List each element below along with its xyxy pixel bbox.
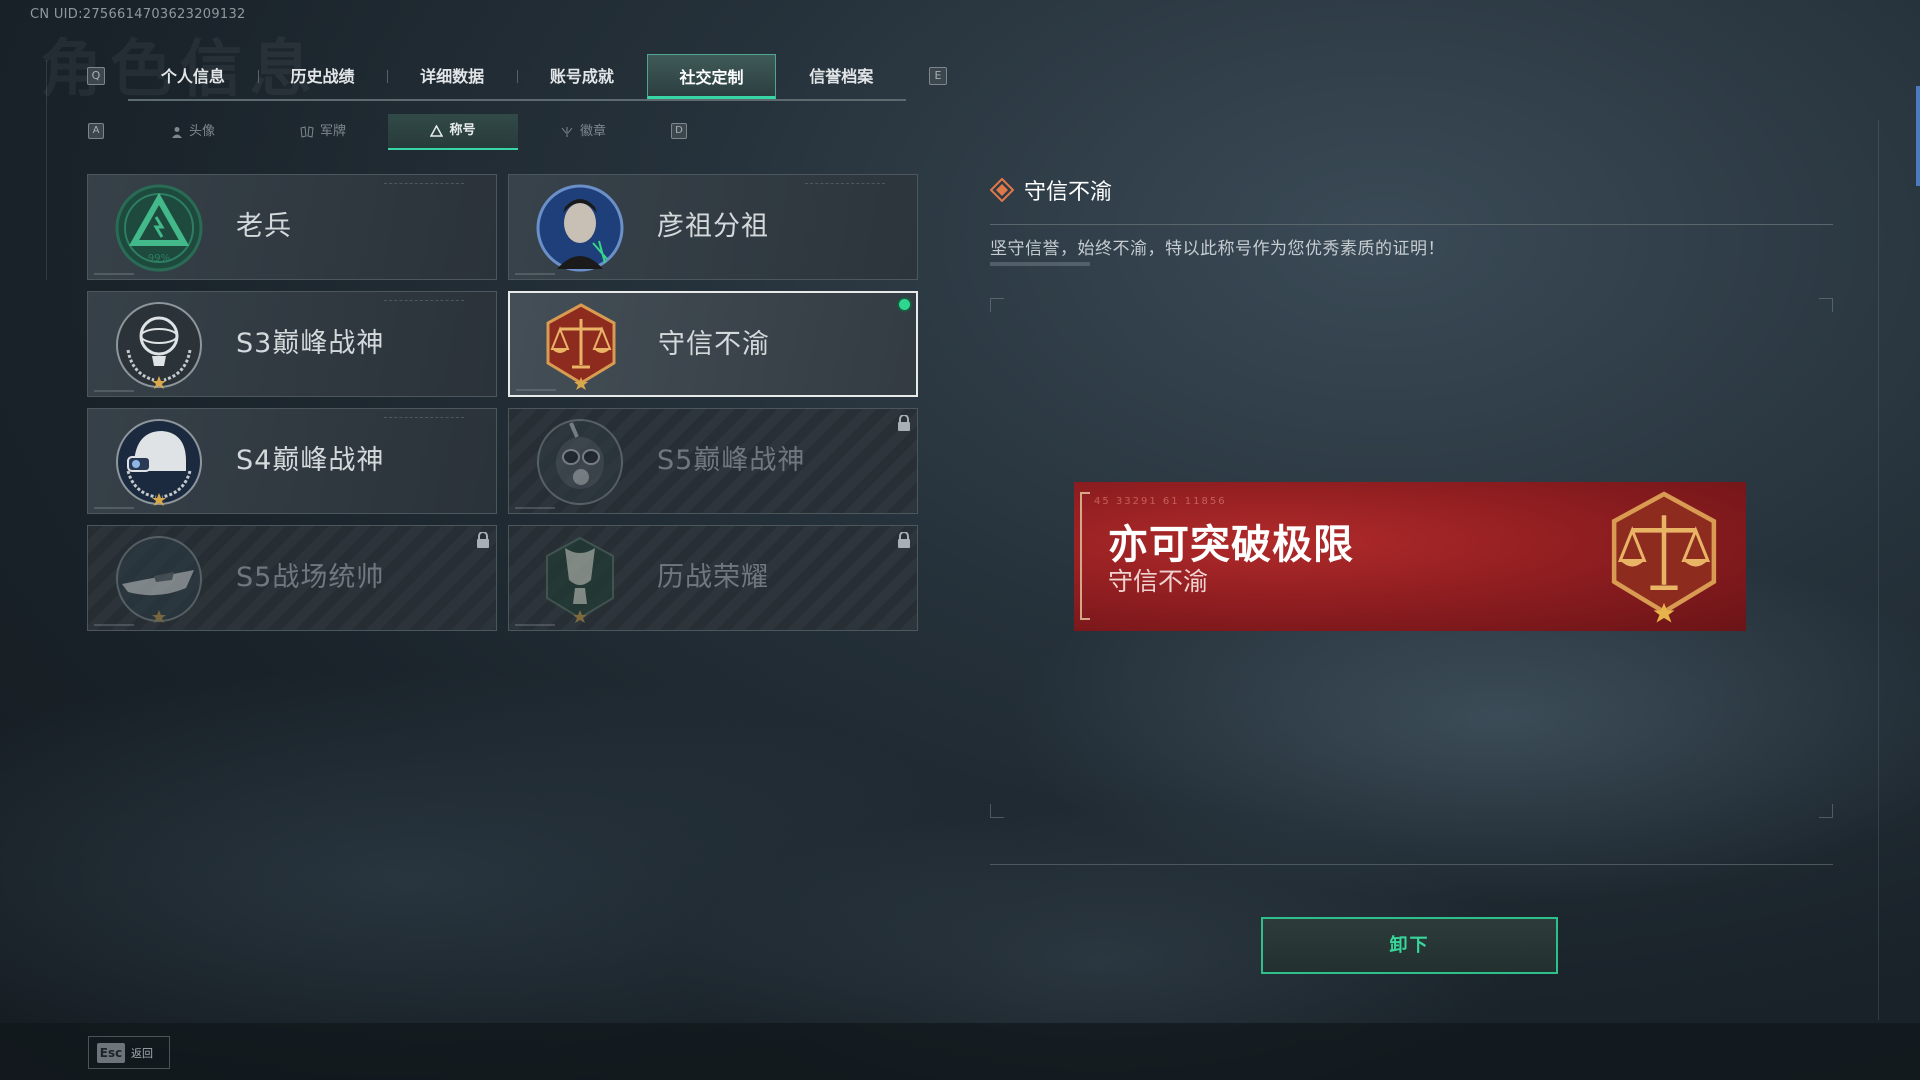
subtab-label: 称号	[449, 123, 476, 138]
description-decor	[990, 262, 1090, 266]
lock-icon	[898, 415, 910, 431]
laurel-cup-icon	[546, 536, 614, 623]
card-decor	[384, 300, 464, 303]
scales-icon	[546, 303, 616, 390]
banner-code: 45 33291 61 11856	[1094, 496, 1227, 507]
title-name: S4巅峰战神	[236, 445, 385, 476]
card-decor	[384, 183, 464, 186]
globe-trophy-icon	[116, 302, 202, 389]
title-name: 彦祖分祖	[657, 211, 769, 242]
card-decor	[515, 273, 555, 275]
card-decor	[94, 273, 134, 275]
boat-icon	[116, 536, 202, 623]
subtab-label: 头像	[188, 124, 215, 139]
banner-bracket	[1080, 492, 1090, 620]
portrait-icon	[536, 184, 624, 272]
sub-tabs: 头像 军牌 称号 徽章	[128, 114, 648, 150]
frame-corner	[1819, 804, 1833, 818]
veteran-badge-text: 99%	[148, 253, 170, 264]
prev-subtab-key[interactable]: A	[88, 123, 104, 139]
equipped-indicator	[897, 297, 912, 312]
card-decor	[515, 507, 555, 509]
title-card-yanzu[interactable]: 彦祖分祖	[508, 174, 918, 280]
unequip-button[interactable]: 卸下	[1261, 917, 1558, 974]
tab-history[interactable]: 历史战绩	[257, 54, 388, 99]
next-subtab-key[interactable]: D	[671, 123, 687, 139]
title-card-s4-peak[interactable]: S4巅峰战神	[87, 408, 497, 514]
card-decor	[94, 390, 134, 392]
subtab-avatar[interactable]: 头像	[128, 114, 258, 150]
tab-achievements[interactable]: 账号成就	[517, 54, 647, 99]
title-card-s5-commander[interactable]: S5战场统帅	[87, 525, 497, 631]
main-tabs: 个人信息 历史战绩 详细数据 账号成就 社交定制 信誉档案	[128, 54, 906, 101]
decor-line	[46, 60, 47, 280]
title-card-battle-glory[interactable]: 历战荣耀	[508, 525, 918, 631]
next-tab-key[interactable]: E	[929, 67, 947, 85]
lock-icon	[898, 532, 910, 548]
detail-description: 坚守信誉，始终不渝，特以此称号作为您优秀素质的证明！	[990, 239, 1445, 259]
title-name: 老兵	[236, 211, 292, 242]
card-decor	[516, 389, 556, 391]
card-decor	[384, 417, 464, 420]
title-name: 历战荣耀	[657, 562, 769, 593]
veteran-triangle-icon: 99%	[115, 184, 203, 272]
prev-tab-key[interactable]: Q	[87, 67, 105, 85]
card-decor	[94, 624, 134, 626]
title-name: 守信不渝	[658, 329, 770, 360]
tab-detailed-data[interactable]: 详细数据	[387, 54, 517, 99]
title-name: S3巅峰战神	[236, 328, 385, 359]
detail-title: 守信不渝	[1024, 180, 1113, 205]
subtab-emblem[interactable]: 徽章	[518, 114, 648, 150]
tab-reputation[interactable]: 信誉档案	[776, 54, 906, 99]
gasmask-icon	[537, 419, 623, 505]
frame-corner	[990, 298, 1004, 312]
scales-icon	[1611, 491, 1717, 623]
decor-line	[1878, 120, 1879, 1020]
detail-divider	[990, 224, 1833, 225]
back-button[interactable]: Esc 返回	[88, 1036, 170, 1069]
back-label: 返回	[131, 1046, 153, 1060]
title-card-veteran[interactable]: 99% 老兵	[87, 174, 497, 280]
frame-corner	[1819, 298, 1833, 312]
subtab-title[interactable]: 称号	[388, 114, 518, 150]
card-decor	[805, 183, 885, 186]
title-name: S5战场统帅	[236, 562, 385, 593]
subtab-label: 军牌	[319, 124, 346, 139]
player-uid: CN UID:2756614703623209132	[30, 7, 246, 22]
diamond-title-icon	[990, 178, 1014, 202]
title-card-s3-peak[interactable]: S3巅峰战神	[87, 291, 497, 397]
subtab-dogtag[interactable]: 军牌	[258, 114, 388, 150]
frame-corner	[990, 804, 1004, 818]
dogtag-icon	[300, 126, 314, 138]
person-icon	[171, 127, 182, 138]
title-card-s5-peak[interactable]: S5巅峰战神	[508, 408, 918, 514]
title-name: S5巅峰战神	[657, 445, 806, 476]
lock-icon	[477, 532, 489, 548]
card-decor	[94, 507, 134, 509]
helmet-icon	[116, 419, 202, 506]
detail-header: 守信不渝	[990, 174, 1112, 206]
emblem-icon	[561, 127, 573, 137]
edge-scroll-indicator	[1916, 86, 1920, 186]
tab-personal-info[interactable]: 个人信息	[128, 54, 258, 99]
tab-social-custom[interactable]: 社交定制	[646, 54, 777, 99]
title-triangle-icon	[430, 125, 444, 137]
card-decor	[515, 624, 555, 626]
footer-bar	[0, 1023, 1920, 1080]
esc-key: Esc	[97, 1042, 125, 1063]
title-card-trustworthy[interactable]: 守信不渝	[508, 291, 918, 397]
action-divider	[990, 864, 1833, 865]
banner-title-text: 守信不渝	[1108, 567, 1209, 596]
subtab-label: 徽章	[579, 124, 606, 139]
title-preview-banner: 45 33291 61 11856 亦可突破极限 守信不渝	[1074, 482, 1746, 631]
